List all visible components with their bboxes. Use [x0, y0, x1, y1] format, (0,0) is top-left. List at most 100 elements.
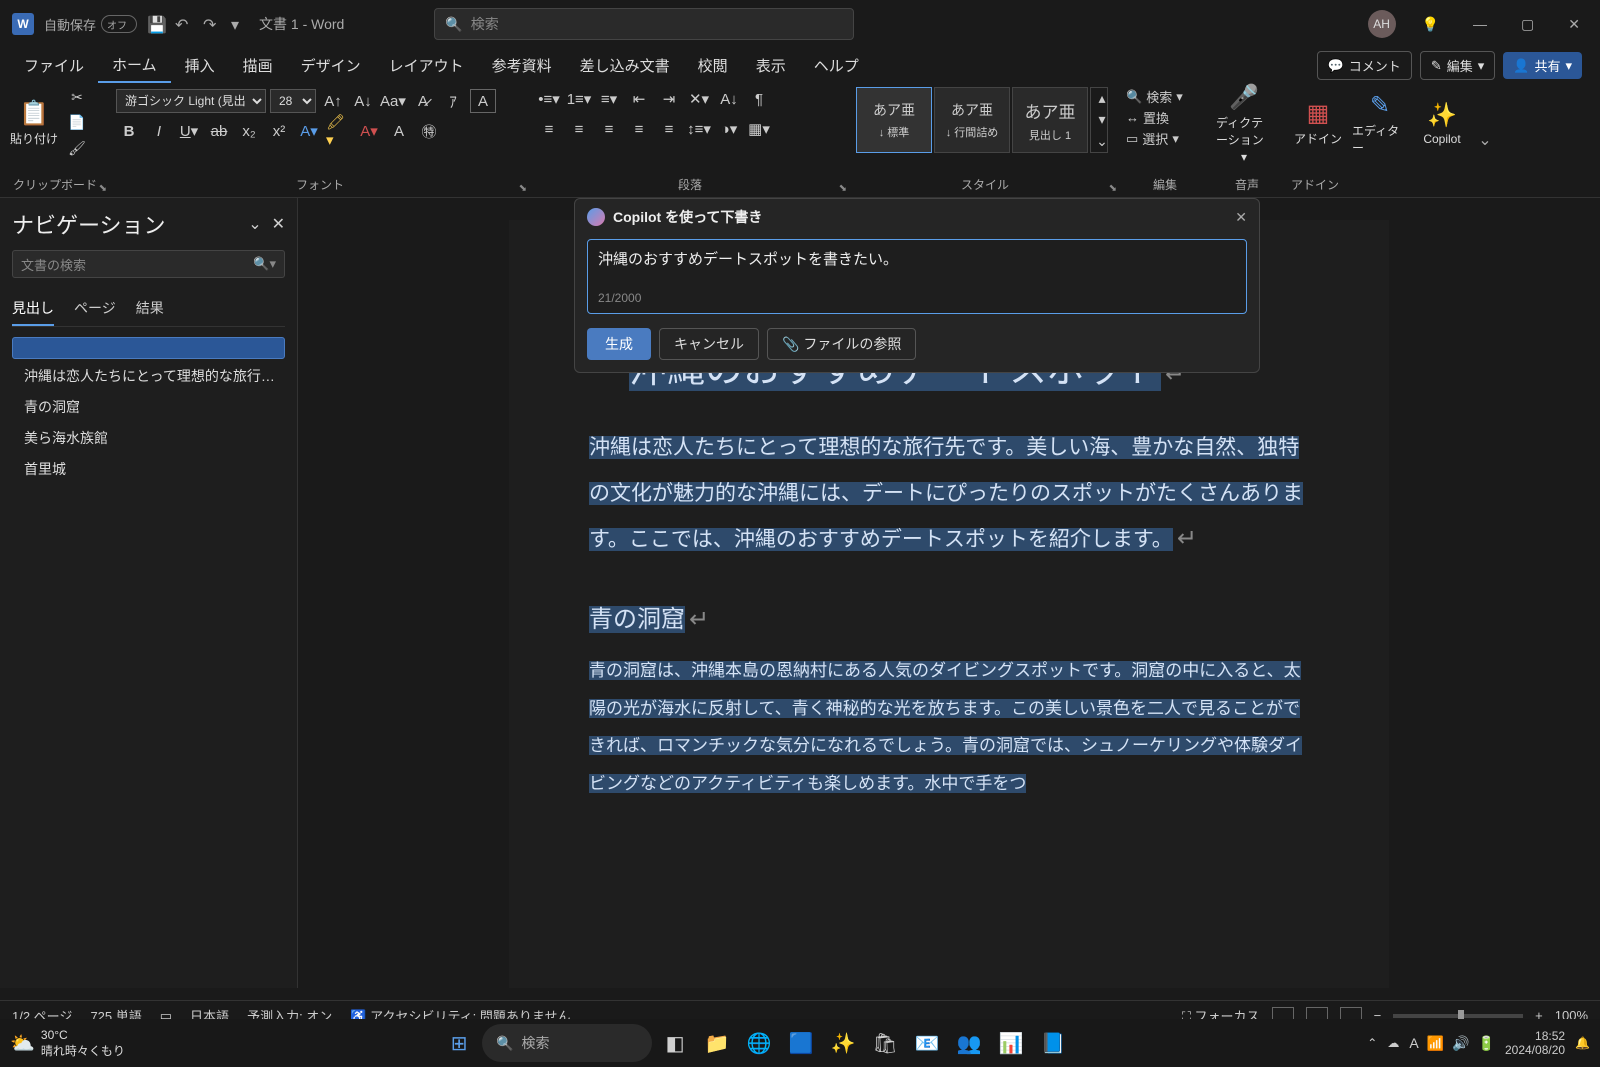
- cut-icon[interactable]: ✂: [66, 87, 88, 108]
- volume-icon[interactable]: 🔊: [1452, 1035, 1469, 1052]
- undo-icon[interactable]: ↶: [175, 15, 193, 33]
- chrome-icon[interactable]: 🌐: [740, 1024, 778, 1062]
- close-pane-icon[interactable]: ✕: [272, 214, 285, 234]
- italic-icon[interactable]: I: [146, 119, 172, 143]
- zoom-slider[interactable]: [1393, 1014, 1523, 1018]
- cancel-button[interactable]: キャンセル: [659, 328, 759, 360]
- align-left-icon[interactable]: ≡: [536, 117, 562, 141]
- dialog-launcher-icon[interactable]: ⬊: [99, 183, 107, 194]
- collapse-ribbon-icon[interactable]: ⌄: [1470, 83, 1500, 197]
- weather-widget[interactable]: 30°C 晴れ時々くもり: [41, 1028, 125, 1059]
- char-border-icon[interactable]: A: [470, 89, 496, 113]
- save-icon[interactable]: 💾: [147, 15, 165, 33]
- tab-insert[interactable]: 挿入: [171, 49, 229, 82]
- style-heading1[interactable]: あア亜見出し 1: [1012, 87, 1088, 153]
- tab-references[interactable]: 参考資料: [478, 49, 566, 82]
- editing-mode-button[interactable]: ✎編集▾: [1420, 51, 1495, 80]
- teams-icon[interactable]: 👥: [950, 1024, 988, 1062]
- close-dialog-icon[interactable]: ✕: [1235, 209, 1247, 226]
- style-scroll-up-icon[interactable]: ▴: [1091, 88, 1113, 109]
- tab-help[interactable]: ヘルプ: [800, 49, 873, 82]
- line-spacing-icon[interactable]: ↕≡▾: [686, 117, 712, 141]
- style-normal[interactable]: あア亜↓ 標準: [856, 87, 932, 153]
- store-icon[interactable]: 🛍: [866, 1024, 904, 1062]
- editor-button[interactable]: ✎エディター: [1352, 87, 1408, 159]
- title-search-box[interactable]: 🔍 検索: [434, 8, 854, 40]
- tab-home[interactable]: ホーム: [98, 48, 171, 83]
- copilot-prompt-input[interactable]: 沖縄のおすすめデートスポットを書きたい。 21/2000: [587, 239, 1247, 314]
- help-icon[interactable]: 💡: [1414, 12, 1447, 37]
- increase-font-icon[interactable]: A↑: [320, 89, 346, 113]
- dialog-launcher-icon[interactable]: ⬊: [1109, 183, 1117, 194]
- tab-draw[interactable]: 描画: [229, 49, 287, 82]
- dictate-button[interactable]: 🎤ディクテーション▾: [1216, 87, 1272, 159]
- nav-tab-results[interactable]: 結果: [136, 292, 164, 326]
- tab-view[interactable]: 表示: [742, 49, 800, 82]
- autosave-toggle[interactable]: 自動保存 オフ: [44, 15, 137, 34]
- style-more-icon[interactable]: ⌄: [1091, 131, 1113, 152]
- style-scroll-down-icon[interactable]: ▾: [1091, 109, 1113, 130]
- numbering-icon[interactable]: 1≡▾: [566, 87, 592, 111]
- subscript-icon[interactable]: x₂: [236, 119, 262, 143]
- battery-icon[interactable]: 🔋: [1478, 1035, 1495, 1052]
- taskbar-search[interactable]: 🔍検索: [482, 1024, 652, 1062]
- edge-icon[interactable]: 🟦: [782, 1024, 820, 1062]
- asian-layout-icon[interactable]: ✕▾: [686, 87, 712, 111]
- phonetic-guide-icon[interactable]: ｱ: [440, 89, 466, 113]
- justify-icon[interactable]: ≡: [626, 117, 652, 141]
- dialog-launcher-icon[interactable]: ⬊: [839, 183, 847, 194]
- powerpoint-icon[interactable]: 📊: [992, 1024, 1030, 1062]
- bold-icon[interactable]: B: [116, 119, 142, 143]
- nav-search-box[interactable]: 文書の検索 🔍▾: [12, 250, 285, 278]
- maximize-button[interactable]: ▢: [1513, 12, 1542, 37]
- shading-icon[interactable]: ◑▾: [716, 117, 742, 141]
- nav-heading-item[interactable]: 首里城: [12, 455, 285, 483]
- select-button[interactable]: ▭選択▾: [1126, 129, 1204, 148]
- align-center-icon[interactable]: ≡: [566, 117, 592, 141]
- comments-button[interactable]: 💬コメント: [1317, 51, 1412, 80]
- chevron-down-icon[interactable]: ⌄: [248, 214, 261, 234]
- clock[interactable]: 18:52 2024/08/20: [1505, 1029, 1565, 1057]
- bullets-icon[interactable]: •≡▾: [536, 87, 562, 111]
- generate-button[interactable]: 生成: [587, 328, 651, 360]
- enclose-char-icon[interactable]: ㊕: [416, 119, 442, 143]
- tab-mailings[interactable]: 差し込み文書: [566, 49, 684, 82]
- format-painter-icon[interactable]: 🖌: [66, 138, 88, 159]
- toggle-switch-icon[interactable]: オフ: [101, 15, 137, 33]
- borders-icon[interactable]: ▦▾: [746, 117, 772, 141]
- tab-design[interactable]: デザイン: [287, 49, 375, 82]
- replace-button[interactable]: ↔置換: [1126, 108, 1204, 127]
- clear-format-icon[interactable]: A̷: [410, 89, 436, 113]
- nav-heading-item[interactable]: [12, 337, 285, 359]
- document-area[interactable]: 沖縄のおすすめデートスポット↵ 沖縄は恋人たちにとって理想的な旅行先です。美しい…: [298, 198, 1600, 988]
- close-button[interactable]: ✕: [1560, 12, 1588, 37]
- start-button[interactable]: ⊞: [440, 1024, 478, 1062]
- minimize-button[interactable]: —: [1465, 12, 1495, 36]
- text-effects-icon[interactable]: A▾: [296, 119, 322, 143]
- tab-review[interactable]: 校閲: [684, 49, 742, 82]
- sort-icon[interactable]: A↓: [716, 87, 742, 111]
- dialog-launcher-icon[interactable]: ⬊: [519, 183, 527, 194]
- decrease-indent-icon[interactable]: ⇤: [626, 87, 652, 111]
- nav-tab-headings[interactable]: 見出し: [12, 292, 54, 326]
- outlook-icon[interactable]: 📧: [908, 1024, 946, 1062]
- show-marks-icon[interactable]: ¶: [746, 87, 772, 111]
- font-name-select[interactable]: 游ゴシック Light (見出し): [116, 89, 266, 113]
- nav-heading-item[interactable]: 沖縄は恋人たちにとって理想的な旅行先…: [12, 362, 285, 390]
- task-view-icon[interactable]: ◧: [656, 1024, 694, 1062]
- tab-file[interactable]: ファイル: [10, 49, 98, 82]
- copilot-button[interactable]: ✨Copilot: [1414, 87, 1470, 159]
- increase-indent-icon[interactable]: ⇥: [656, 87, 682, 111]
- style-no-spacing[interactable]: あア亜↓ 行間詰め: [934, 87, 1010, 153]
- decrease-font-icon[interactable]: A↓: [350, 89, 376, 113]
- copy-icon[interactable]: 📄: [66, 112, 88, 133]
- superscript-icon[interactable]: x²: [266, 119, 292, 143]
- nav-heading-item[interactable]: 美ら海水族館: [12, 424, 285, 452]
- user-avatar[interactable]: AH: [1368, 10, 1396, 38]
- tab-layout[interactable]: レイアウト: [375, 49, 478, 82]
- file-reference-button[interactable]: 📎 ファイルの参照: [767, 328, 916, 360]
- font-color-icon[interactable]: A▾: [356, 119, 382, 143]
- tray-chevron-icon[interactable]: ⌃: [1367, 1036, 1377, 1050]
- distributed-icon[interactable]: ≡: [656, 117, 682, 141]
- nav-tab-pages[interactable]: ページ: [74, 292, 116, 326]
